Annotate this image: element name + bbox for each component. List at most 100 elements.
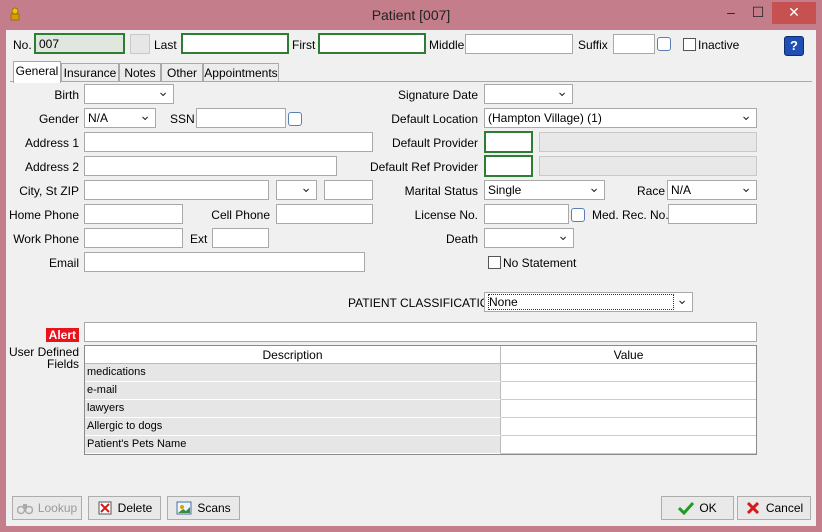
inactive-checkbox[interactable] xyxy=(683,38,696,51)
home-phone-field[interactable] xyxy=(84,204,183,224)
help-icon[interactable]: ? xyxy=(784,36,804,56)
middle-label: Middle xyxy=(429,38,465,52)
tab-other[interactable]: Other xyxy=(161,63,203,82)
ext-label: Ext xyxy=(190,232,208,246)
cancel-label: Cancel xyxy=(765,501,804,515)
row-value[interactable] xyxy=(501,400,756,418)
ok-label: OK xyxy=(699,501,717,515)
table-row[interactable]: Allergic to dogs xyxy=(85,418,756,436)
address1-field[interactable] xyxy=(84,132,373,152)
delete-button[interactable]: Delete xyxy=(88,496,161,520)
marital-status-label: Marital Status xyxy=(404,184,478,198)
row-value[interactable] xyxy=(501,436,756,454)
row-value[interactable] xyxy=(501,364,756,382)
row-description: Patient's Pets Name xyxy=(85,436,501,454)
first-name-field[interactable] xyxy=(318,33,426,54)
med-rec-no-field[interactable] xyxy=(668,204,757,224)
lookup-button[interactable]: Lookup xyxy=(12,496,82,520)
race-select[interactable]: N/A xyxy=(667,180,757,200)
suffix-field[interactable] xyxy=(613,34,655,54)
tab-notes[interactable]: Notes xyxy=(119,63,161,82)
delete-icon xyxy=(98,501,112,515)
email-label: Email xyxy=(48,256,79,270)
birth-label: Birth xyxy=(54,88,79,102)
tab-general[interactable]: General xyxy=(13,61,61,83)
address2-field[interactable] xyxy=(84,156,337,176)
no-statement-label: No Statement xyxy=(503,256,577,270)
table-row[interactable]: lawyers xyxy=(85,400,756,418)
row-description: e-mail xyxy=(85,382,501,400)
column-header-description[interactable]: Description xyxy=(85,346,501,364)
patient-no-field[interactable]: 007 xyxy=(34,33,125,54)
default-location-select[interactable]: (Hampton Village) (1) xyxy=(484,108,757,128)
work-phone-label: Work Phone xyxy=(13,232,79,246)
tab-appointments[interactable]: Appointments xyxy=(203,63,279,82)
scans-icon xyxy=(176,501,192,515)
scans-button[interactable]: Scans xyxy=(167,496,240,520)
city-field[interactable] xyxy=(84,180,269,200)
user-defined-fields-grid[interactable]: Description Value medications e-mail law… xyxy=(84,345,757,455)
signature-date-label: Signature Date xyxy=(397,88,478,102)
state-select[interactable] xyxy=(276,180,317,200)
minimize-button[interactable]: – xyxy=(718,2,744,24)
alert-label: Alert xyxy=(45,328,79,342)
row-description: Allergic to dogs xyxy=(85,418,501,436)
license-picker-button[interactable] xyxy=(571,208,585,222)
signature-date-picker[interactable] xyxy=(484,84,573,104)
middle-name-field[interactable] xyxy=(465,34,573,54)
lookup-label: Lookup xyxy=(37,501,78,515)
suffix-picker-button[interactable] xyxy=(657,37,671,51)
table-row[interactable]: e-mail xyxy=(85,382,756,400)
email-field[interactable] xyxy=(84,252,365,272)
row-description: lawyers xyxy=(85,400,501,418)
close-button[interactable]: ✕ xyxy=(772,2,816,24)
no-lookup-button[interactable] xyxy=(130,34,150,54)
gender-select[interactable]: N/A xyxy=(84,108,156,128)
table-row[interactable]: Patient's Pets Name xyxy=(85,436,756,454)
ext-field[interactable] xyxy=(212,228,269,248)
patient-classification-select[interactable]: None xyxy=(484,292,693,312)
marital-status-select[interactable]: Single xyxy=(484,180,605,200)
city-st-zip-label: City, St ZIP xyxy=(19,184,79,198)
ssn-field[interactable] xyxy=(196,108,286,128)
alert-label-wrap: Alert xyxy=(6,328,79,342)
classification-value: None xyxy=(488,294,674,310)
address1-label: Address 1 xyxy=(24,136,79,150)
dialog-body: No. 007 Last First Middle Suffix Inactiv… xyxy=(6,30,816,526)
last-name-field[interactable] xyxy=(181,33,289,54)
default-provider-code-field[interactable] xyxy=(484,131,533,153)
license-no-field[interactable] xyxy=(484,204,569,224)
column-header-value[interactable]: Value xyxy=(501,346,756,364)
default-location-label: Default Location xyxy=(391,112,478,126)
last-label: Last xyxy=(154,38,177,52)
ssn-picker-button[interactable] xyxy=(288,112,302,126)
tab-insurance[interactable]: Insurance xyxy=(61,63,119,82)
no-label: No. xyxy=(13,38,32,52)
suffix-label: Suffix xyxy=(578,38,608,52)
default-ref-provider-label: Default Ref Provider xyxy=(369,160,478,174)
inactive-label: Inactive xyxy=(698,38,740,52)
row-description: medications xyxy=(85,364,501,382)
default-ref-provider-code-field[interactable] xyxy=(484,155,533,177)
row-value[interactable] xyxy=(501,382,756,400)
death-date-picker[interactable] xyxy=(484,228,574,248)
table-row[interactable]: medications xyxy=(85,364,756,382)
default-provider-label: Default Provider xyxy=(391,136,478,150)
address2-label: Address 2 xyxy=(24,160,79,174)
checkmark-icon xyxy=(678,501,695,515)
cancel-button[interactable]: Cancel xyxy=(737,496,811,520)
window-title: Patient [007] xyxy=(371,7,451,23)
work-phone-field[interactable] xyxy=(84,228,183,248)
alert-field[interactable] xyxy=(84,322,757,342)
ssn-label: SSN xyxy=(170,112,195,126)
no-statement-checkbox[interactable] xyxy=(488,256,501,269)
ok-button[interactable]: OK xyxy=(661,496,734,520)
maximize-button[interactable]: ☐ xyxy=(744,2,772,24)
home-phone-label: Home Phone xyxy=(8,208,79,222)
scans-label: Scans xyxy=(197,501,231,515)
first-label: First xyxy=(292,38,316,52)
binoculars-icon xyxy=(16,504,33,515)
cell-phone-label: Cell Phone xyxy=(211,208,270,222)
birth-date-picker[interactable] xyxy=(84,84,174,104)
row-value[interactable] xyxy=(501,418,756,436)
